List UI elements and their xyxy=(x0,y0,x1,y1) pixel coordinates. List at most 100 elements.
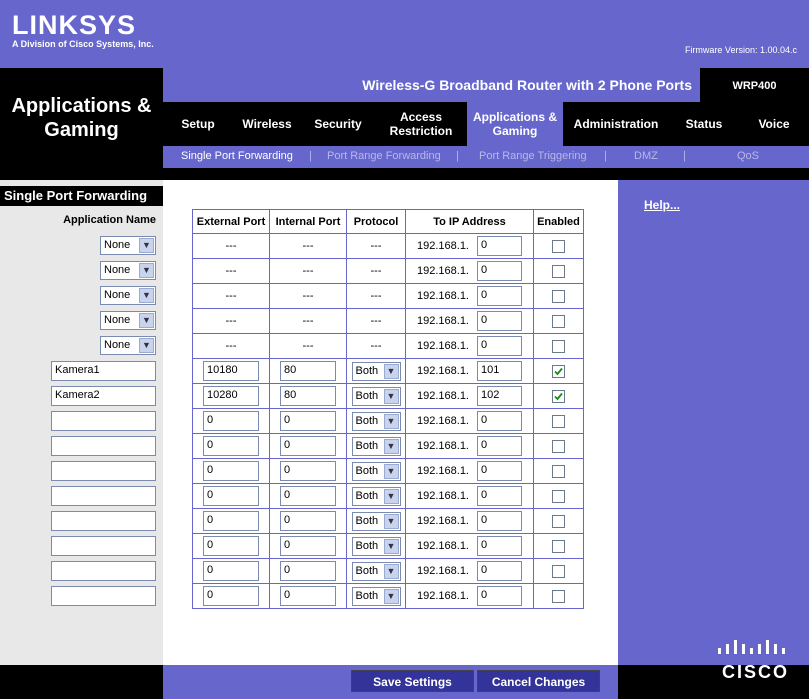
subtab-port-range-triggering[interactable]: Port Range Triggering xyxy=(479,150,587,162)
enabled-checkbox[interactable] xyxy=(552,364,565,378)
tab-security[interactable]: Security xyxy=(301,102,375,146)
enabled-checkbox[interactable] xyxy=(552,414,565,428)
cancel-changes-button[interactable]: Cancel Changes xyxy=(477,670,600,692)
ip-last-octet-input[interactable]: 0 xyxy=(477,461,522,481)
internal-port-input[interactable]: 80 xyxy=(280,361,336,381)
ip-last-octet-input[interactable]: 0 xyxy=(477,336,522,356)
ip-last-octet-input[interactable]: 0 xyxy=(477,586,522,606)
subtab-dmz[interactable]: DMZ xyxy=(634,150,658,162)
internal-port-input[interactable]: 0 xyxy=(280,586,336,606)
ip-last-octet-input[interactable]: 0 xyxy=(477,236,522,256)
application-name-input[interactable] xyxy=(51,586,156,606)
enabled-checkbox[interactable] xyxy=(552,539,565,553)
external-port-input[interactable]: 0 xyxy=(203,586,259,606)
application-name-label: Application Name xyxy=(63,214,156,226)
protocol-select[interactable]: Both ▼ xyxy=(351,536,401,556)
protocol-select[interactable]: Both ▼ xyxy=(351,436,401,456)
table-row: 0 0 Both ▼ 192.168.1. 0 xyxy=(192,583,584,609)
protocol-select-value: Both xyxy=(355,539,379,552)
protocol-select[interactable]: Both ▼ xyxy=(351,586,401,606)
ip-last-octet-input[interactable]: 0 xyxy=(477,536,522,556)
ip-last-octet-input[interactable]: 0 xyxy=(477,311,522,331)
protocol-select[interactable]: Both ▼ xyxy=(351,511,401,531)
enabled-checkbox[interactable] xyxy=(552,589,565,603)
subtab-qos[interactable]: QoS xyxy=(737,150,759,162)
enabled-checkbox[interactable] xyxy=(552,339,565,353)
enabled-checkbox[interactable] xyxy=(552,439,565,453)
tab-setup[interactable]: Setup xyxy=(163,102,233,146)
protocol-select[interactable]: Both ▼ xyxy=(351,486,401,506)
application-name-input[interactable] xyxy=(51,536,156,556)
subtab-single-port-forwarding[interactable]: Single Port Forwarding xyxy=(181,150,293,162)
enabled-checkbox[interactable] xyxy=(552,464,565,478)
application-name-input[interactable] xyxy=(51,461,156,481)
internal-port-input[interactable]: 0 xyxy=(280,486,336,506)
protocol-select[interactable]: Both ▼ xyxy=(351,361,401,381)
enabled-checkbox[interactable] xyxy=(552,389,565,403)
internal-port-input[interactable]: 0 xyxy=(280,511,336,531)
ip-last-octet-input[interactable]: 0 xyxy=(477,436,522,456)
protocol-select[interactable]: Both ▼ xyxy=(351,386,401,406)
internal-port-input[interactable]: 0 xyxy=(280,461,336,481)
external-port-input[interactable]: 0 xyxy=(203,436,259,456)
tab-voice[interactable]: Voice xyxy=(739,102,809,146)
ip-last-octet-input[interactable]: 0 xyxy=(477,561,522,581)
tab-administration[interactable]: Administration xyxy=(563,102,669,146)
ip-last-octet-input[interactable]: 0 xyxy=(477,286,522,306)
application-select[interactable]: None ▼ xyxy=(100,311,156,330)
protocol-select[interactable]: Both ▼ xyxy=(351,411,401,431)
section-title-text: Applications & Gaming xyxy=(11,95,152,141)
tab-status[interactable]: Status xyxy=(669,102,739,146)
enabled-checkbox[interactable] xyxy=(552,289,565,303)
tab-access-restriction[interactable]: Access Restriction xyxy=(375,102,467,146)
save-settings-button[interactable]: Save Settings xyxy=(351,670,474,692)
application-name-input[interactable] xyxy=(51,511,156,531)
internal-port-input[interactable]: 0 xyxy=(280,436,336,456)
application-name-input[interactable]: Kamera1 xyxy=(51,361,156,381)
internal-port-cell: --- xyxy=(269,283,347,309)
ip-last-octet-input[interactable]: 0 xyxy=(477,261,522,281)
external-port-input[interactable]: 0 xyxy=(203,561,259,581)
internal-port-cell: 0 xyxy=(269,508,347,534)
external-port-input[interactable]: 0 xyxy=(203,486,259,506)
application-name-input[interactable] xyxy=(51,561,156,581)
external-port-input[interactable]: 10280 xyxy=(203,386,259,406)
internal-port-input[interactable]: 0 xyxy=(280,536,336,556)
tab-wireless[interactable]: Wireless xyxy=(233,102,301,146)
application-name-input[interactable] xyxy=(51,436,156,456)
application-name-input[interactable] xyxy=(51,486,156,506)
enabled-cell xyxy=(533,383,584,409)
ip-last-octet-input[interactable]: 102 xyxy=(477,386,522,406)
external-port-input[interactable]: 10180 xyxy=(203,361,259,381)
external-port-input[interactable]: 0 xyxy=(203,411,259,431)
application-select[interactable]: None ▼ xyxy=(100,261,156,280)
ip-last-octet-input[interactable]: 101 xyxy=(477,361,522,381)
external-port-input[interactable]: 0 xyxy=(203,461,259,481)
internal-port-input[interactable]: 80 xyxy=(280,386,336,406)
protocol-cell: Both ▼ xyxy=(346,533,406,559)
internal-port-input[interactable]: 0 xyxy=(280,411,336,431)
ip-last-octet-input[interactable]: 0 xyxy=(477,411,522,431)
enabled-checkbox[interactable] xyxy=(552,564,565,578)
subtab-port-range-forwarding[interactable]: Port Range Forwarding xyxy=(327,150,441,162)
enabled-checkbox[interactable] xyxy=(552,314,565,328)
external-port-input[interactable]: 0 xyxy=(203,511,259,531)
ip-last-octet-input[interactable]: 0 xyxy=(477,486,522,506)
application-name-input[interactable] xyxy=(51,411,156,431)
application-select[interactable]: None ▼ xyxy=(100,286,156,305)
enabled-checkbox[interactable] xyxy=(552,239,565,253)
external-port-input[interactable]: 0 xyxy=(203,536,259,556)
external-port-value: --- xyxy=(225,340,237,352)
application-select[interactable]: None ▼ xyxy=(100,236,156,255)
enabled-checkbox[interactable] xyxy=(552,264,565,278)
internal-port-input[interactable]: 0 xyxy=(280,561,336,581)
protocol-select[interactable]: Both ▼ xyxy=(351,461,401,481)
enabled-checkbox[interactable] xyxy=(552,489,565,503)
application-name-input[interactable]: Kamera2 xyxy=(51,386,156,406)
protocol-select[interactable]: Both ▼ xyxy=(351,561,401,581)
tab-applications-gaming[interactable]: Applications & Gaming xyxy=(467,102,563,146)
enabled-checkbox[interactable] xyxy=(552,514,565,528)
application-select[interactable]: None ▼ xyxy=(100,336,156,355)
help-link[interactable]: Help... xyxy=(644,198,680,212)
ip-last-octet-input[interactable]: 0 xyxy=(477,511,522,531)
